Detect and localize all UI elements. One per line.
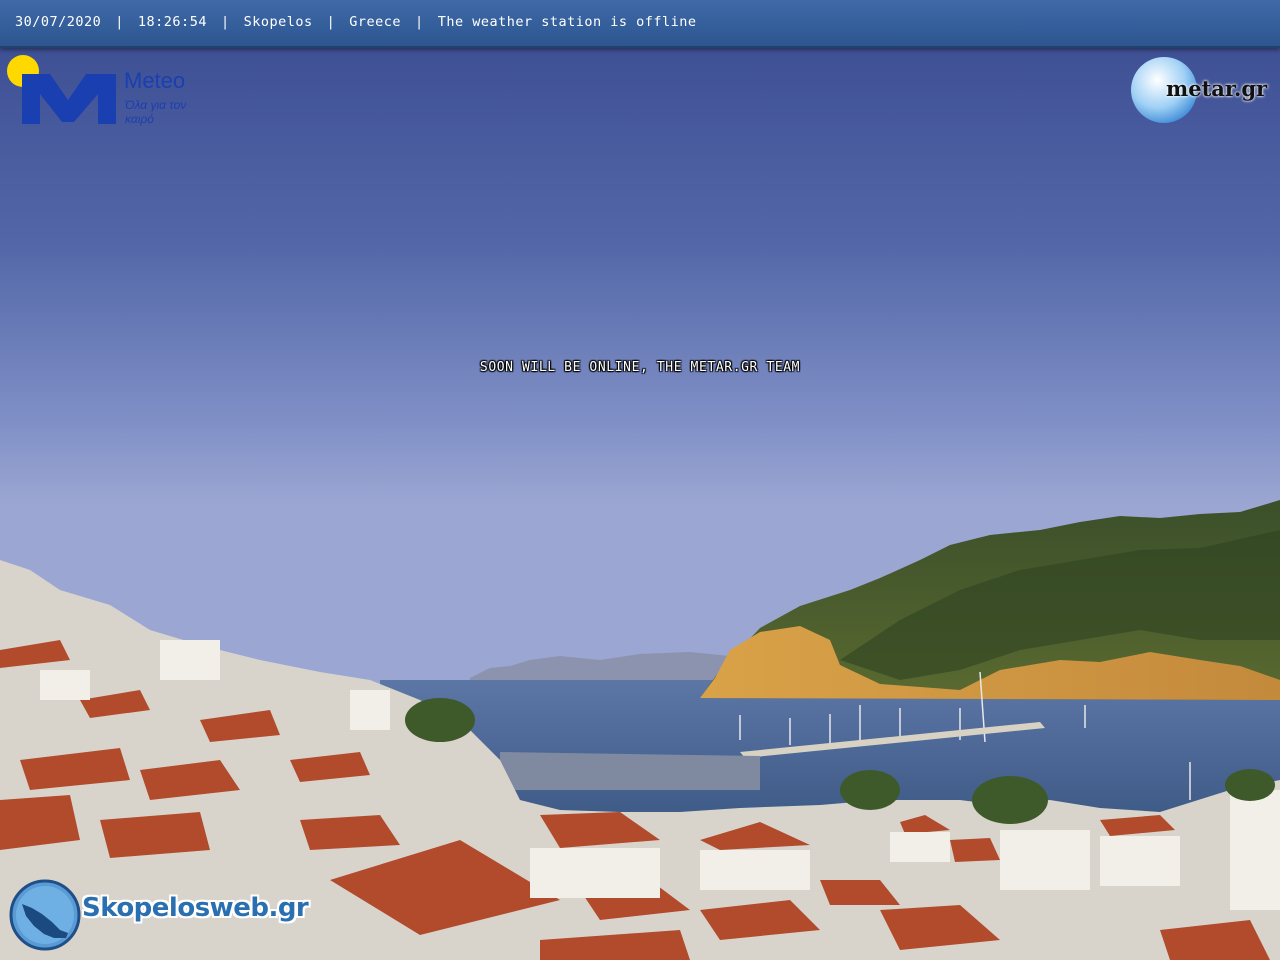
separator: |: [326, 14, 336, 30]
status-text: The weather station is offline: [437, 14, 697, 30]
quay: [500, 752, 760, 790]
separator: |: [220, 14, 230, 30]
location-text: Skopelos: [243, 14, 313, 30]
meteo-subtitle: Όλα για τον καιρό: [125, 98, 187, 126]
skopelosweb-logo-text: Skopelosweb.gr: [82, 893, 309, 923]
metar-logo-text: metar.gr: [1166, 76, 1268, 101]
webcam-scene: [0, 0, 1280, 960]
separator: |: [115, 14, 124, 30]
overlay-message: SOON WILL BE ONLINE, THE METAR.GR TEAM: [479, 360, 801, 375]
time-text: 18:26:54: [137, 14, 207, 30]
header-bar: 30/07/2020 | 18:26:54 | Skopelos | Greece | The …: [0, 0, 1280, 48]
m-letter-icon: [22, 74, 116, 124]
skopelos-island-icon: [9, 879, 81, 951]
meteo-title: Meteo: [124, 68, 186, 93]
date-text: 30/07/2020: [15, 14, 102, 30]
separator: |: [415, 14, 424, 30]
country-text: Greece: [349, 14, 402, 30]
header-line: 30/07/2020 | 18:26:54 | Skopelos | Greece | The …: [15, 14, 697, 30]
